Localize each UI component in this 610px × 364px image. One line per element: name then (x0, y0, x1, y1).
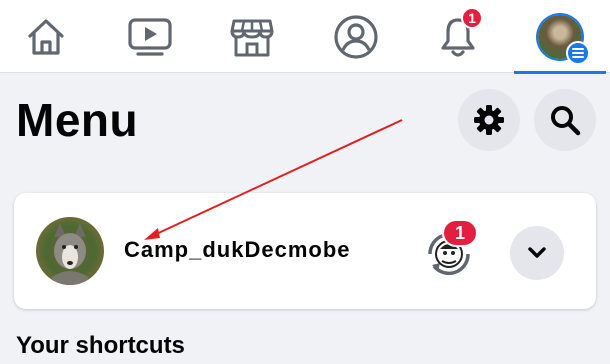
page-title: Menu (16, 94, 139, 146)
nav-tab-watch[interactable] (104, 0, 196, 73)
nav-tab-marketplace[interactable] (206, 0, 298, 73)
profile-avatar[interactable] (36, 217, 104, 285)
nav-tab-notifications[interactable]: 1 (412, 0, 504, 73)
nav-tab-menu[interactable] (514, 0, 606, 74)
nav-tab-home[interactable] (0, 0, 92, 73)
profile-card[interactable]: Camp_dukDecmobe 1 (14, 193, 596, 309)
home-icon (28, 18, 64, 55)
search-icon (551, 106, 581, 136)
shortcuts-section-title: Your shortcuts (16, 332, 185, 359)
profile-circle-icon (334, 14, 378, 59)
settings-button[interactable] (458, 89, 520, 151)
hamburger-icon (566, 40, 590, 65)
nav-tab-profile[interactable] (310, 0, 402, 73)
search-button[interactable] (534, 89, 596, 151)
storefront-icon (230, 19, 274, 56)
chevron-down-icon (528, 247, 546, 258)
switcher-count-badge: 1 (442, 219, 478, 247)
profile-name[interactable]: Camp_dukDecmobe (124, 237, 351, 263)
top-navigation-bar: 1 (0, 0, 610, 74)
expand-profiles-button[interactable] (510, 226, 564, 280)
avatar (538, 14, 590, 65)
gear-icon (474, 105, 504, 135)
video-play-icon (128, 17, 172, 56)
notification-count-badge: 1 (461, 7, 483, 29)
